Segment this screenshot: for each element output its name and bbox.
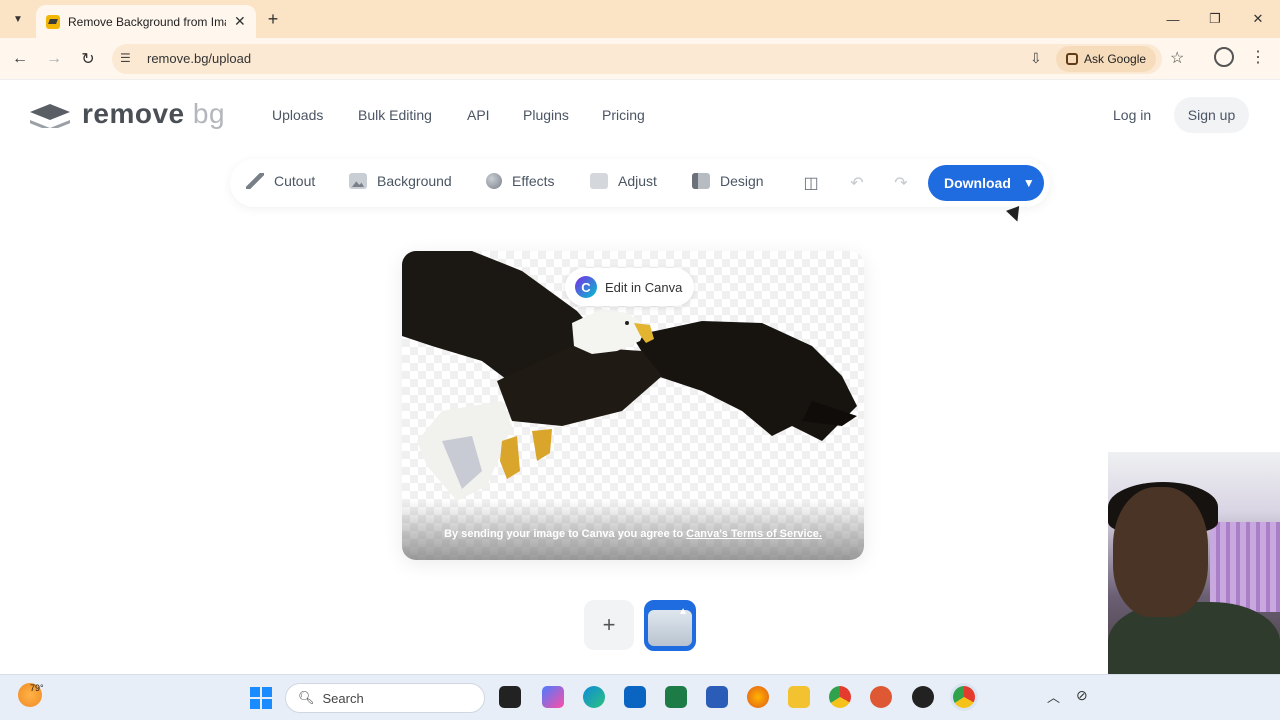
- add-image-plus-button[interactable]: +: [584, 600, 634, 650]
- tab-title: Remove Background from Imag: [68, 14, 226, 29]
- browser-menu-icon[interactable]: ⋮: [1250, 47, 1266, 67]
- signup-button[interactable]: Sign up: [1174, 97, 1249, 133]
- download-button[interactable]: Download ▼: [928, 165, 1044, 201]
- tool-background[interactable]: Background: [349, 173, 452, 189]
- windows-start-icon[interactable]: [250, 687, 272, 709]
- window-close-icon[interactable]: ✕: [1243, 8, 1273, 30]
- ask-google-label: Ask Google: [1084, 52, 1147, 66]
- editor-toolbar: Cutout Background Effects Adjust Design …: [230, 159, 1050, 207]
- edit-in-canva-label: Edit in Canva: [605, 279, 683, 295]
- search-icon: 🔍︎: [298, 690, 315, 705]
- address-bar[interactable]: ☰ remove.bg/upload ⇩ Ask Google ☆: [112, 44, 1184, 74]
- consent-text: By sending your image to Canva you agree…: [444, 528, 687, 540]
- restore-icon[interactable]: ❐: [1200, 8, 1230, 30]
- effects-icon: [486, 173, 502, 189]
- copilot-icon[interactable]: [542, 686, 564, 708]
- login-link[interactable]: Log in: [1113, 107, 1151, 123]
- browser-tab[interactable]: Remove Background from Imag ✕: [36, 5, 256, 38]
- canva-terms-link[interactable]: Canva's Terms of Service.: [686, 528, 822, 540]
- ask-google-button[interactable]: Ask Google: [1056, 46, 1157, 72]
- google-lens-icon: [1066, 53, 1078, 65]
- edit-in-canva-button[interactable]: C Edit in Canva: [565, 268, 695, 306]
- duckduckgo-icon[interactable]: [870, 686, 892, 708]
- eagle-thumbnail[interactable]: ▲: [644, 600, 696, 651]
- temperature-text: 79°: [30, 683, 44, 693]
- webcam-overlay: [1108, 452, 1280, 692]
- chevron-down-icon[interactable]: ▼: [1023, 176, 1035, 190]
- taskbar-search-label: Search: [322, 690, 364, 706]
- site-info-icon[interactable]: ☰: [120, 51, 136, 67]
- browser-toolbar: ← → ↻ ☰ remove.bg/upload ⇩ Ask Google ☆ …: [0, 38, 1280, 80]
- canva-logo-icon: C: [575, 276, 597, 298]
- redo-icon[interactable]: ↷: [889, 171, 913, 195]
- nav-bulk-editing[interactable]: Bulk Editing: [358, 107, 432, 123]
- chrome-icon[interactable]: [829, 686, 851, 708]
- tool-adjust[interactable]: Adjust: [590, 173, 657, 189]
- tab-list-chevron-icon[interactable]: ▼: [6, 8, 30, 30]
- minimize-icon[interactable]: —: [1158, 8, 1188, 30]
- word-icon[interactable]: [706, 686, 728, 708]
- chrome-active-icon[interactable]: [953, 686, 975, 708]
- nav-pricing[interactable]: Pricing: [602, 107, 645, 123]
- outlook-icon[interactable]: [624, 686, 646, 708]
- back-arrow-icon[interactable]: ←: [8, 47, 32, 71]
- tool-effects[interactable]: Effects: [486, 173, 555, 189]
- tool-adjust-label: Adjust: [618, 173, 657, 189]
- image-icon: [349, 173, 367, 189]
- nav-plugins[interactable]: Plugins: [523, 107, 569, 123]
- tool-design[interactable]: Design: [692, 173, 764, 189]
- firefox-icon[interactable]: [747, 686, 769, 708]
- download-label: Download: [944, 175, 1011, 191]
- bookmark-star-icon[interactable]: ☆: [1170, 48, 1184, 68]
- adjust-icon: [590, 173, 608, 189]
- file-viewer-icon[interactable]: [499, 686, 521, 708]
- mouse-cursor-icon: [1006, 206, 1024, 224]
- chevron-up-icon[interactable]: ▲: [678, 606, 688, 617]
- new-tab-plus-icon[interactable]: +: [262, 8, 284, 30]
- tool-background-label: Background: [377, 173, 452, 189]
- obs-icon[interactable]: [912, 686, 934, 708]
- windows-taskbar: 79° 🔍︎ Search ︿ ⊘: [0, 674, 1280, 720]
- logo-text: remove bg: [82, 98, 226, 129]
- install-app-icon[interactable]: ⇩: [1030, 50, 1042, 67]
- edge-icon[interactable]: [583, 686, 605, 708]
- taskbar-search[interactable]: 🔍︎ Search: [285, 683, 485, 713]
- nav-api[interactable]: API: [467, 107, 490, 123]
- file-explorer-icon[interactable]: [788, 686, 810, 708]
- tool-cutout-label: Cutout: [274, 173, 316, 189]
- tool-design-label: Design: [720, 173, 764, 189]
- network-icon[interactable]: ⊘: [1076, 687, 1088, 704]
- tool-cutout[interactable]: Cutout: [246, 173, 315, 189]
- url-text[interactable]: remove.bg/upload: [147, 51, 251, 66]
- undo-icon[interactable]: ↶: [845, 171, 869, 195]
- canva-consent-text: By sending your image to Canva you agree…: [402, 528, 864, 540]
- pen-icon: [246, 173, 264, 189]
- design-icon: [692, 173, 710, 189]
- compare-icon[interactable]: ◫: [799, 171, 823, 195]
- nav-uploads[interactable]: Uploads: [272, 107, 323, 123]
- tool-effects-label: Effects: [512, 173, 555, 189]
- forward-arrow-icon[interactable]: →: [42, 47, 66, 71]
- excel-icon[interactable]: [665, 686, 687, 708]
- removebg-logo[interactable]: remove bg: [30, 98, 225, 130]
- removebg-favicon-icon: [46, 14, 60, 29]
- browser-tab-bar: ▼ Remove Background from Imag ✕ + — ❐ ✕: [0, 0, 1280, 38]
- tab-close-icon[interactable]: ✕: [234, 13, 246, 30]
- reload-icon[interactable]: ↻: [76, 47, 100, 71]
- profile-icon[interactable]: [1214, 47, 1234, 67]
- tray-expand-icon[interactable]: ︿: [1047, 687, 1060, 706]
- logo-layers-icon: [30, 98, 70, 130]
